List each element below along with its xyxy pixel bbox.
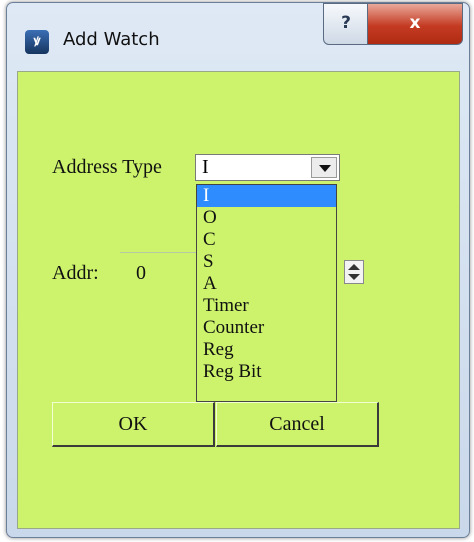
ok-button[interactable]: OK bbox=[52, 402, 215, 447]
dialog-client-area: Address Type I Addr: 0 OK Cancel I O C S… bbox=[17, 71, 460, 529]
spin-up-icon[interactable] bbox=[348, 264, 360, 270]
addr-value: 0 bbox=[136, 262, 146, 284]
dropdown-option[interactable]: A bbox=[197, 273, 336, 295]
addr-input[interactable] bbox=[120, 252, 200, 291]
app-icon: ꝟ bbox=[25, 30, 49, 54]
close-button[interactable]: x bbox=[367, 3, 463, 45]
address-type-label: Address Type bbox=[52, 156, 162, 178]
spin-down-icon[interactable] bbox=[348, 274, 360, 280]
dropdown-option[interactable]: S bbox=[197, 251, 336, 273]
addr-spinner[interactable] bbox=[344, 260, 364, 284]
dropdown-option[interactable]: Counter bbox=[197, 317, 336, 339]
dropdown-option[interactable]: C bbox=[197, 229, 336, 251]
cancel-button[interactable]: Cancel bbox=[216, 402, 379, 447]
dropdown-option[interactable]: O bbox=[197, 207, 336, 229]
addr-label: Addr: bbox=[52, 262, 99, 284]
chevron-down-icon[interactable] bbox=[311, 157, 337, 178]
window-title: Add Watch bbox=[63, 29, 160, 50]
address-type-dropdown-list: I O C S A Timer Counter Reg Reg Bit bbox=[196, 184, 337, 402]
dropdown-option[interactable]: Timer bbox=[197, 295, 336, 317]
address-type-value: I bbox=[202, 156, 209, 178]
address-type-select[interactable]: I bbox=[195, 154, 340, 181]
dropdown-option[interactable]: I bbox=[197, 185, 336, 207]
dropdown-option[interactable]: Reg Bit bbox=[197, 361, 336, 383]
title-bar[interactable]: ꝟ Add Watch ? x bbox=[7, 3, 469, 69]
add-watch-dialog: ꝟ Add Watch ? x Address Type I Addr: 0 O… bbox=[6, 2, 470, 538]
help-button[interactable]: ? bbox=[323, 3, 369, 45]
dropdown-option[interactable]: Reg bbox=[197, 339, 336, 361]
